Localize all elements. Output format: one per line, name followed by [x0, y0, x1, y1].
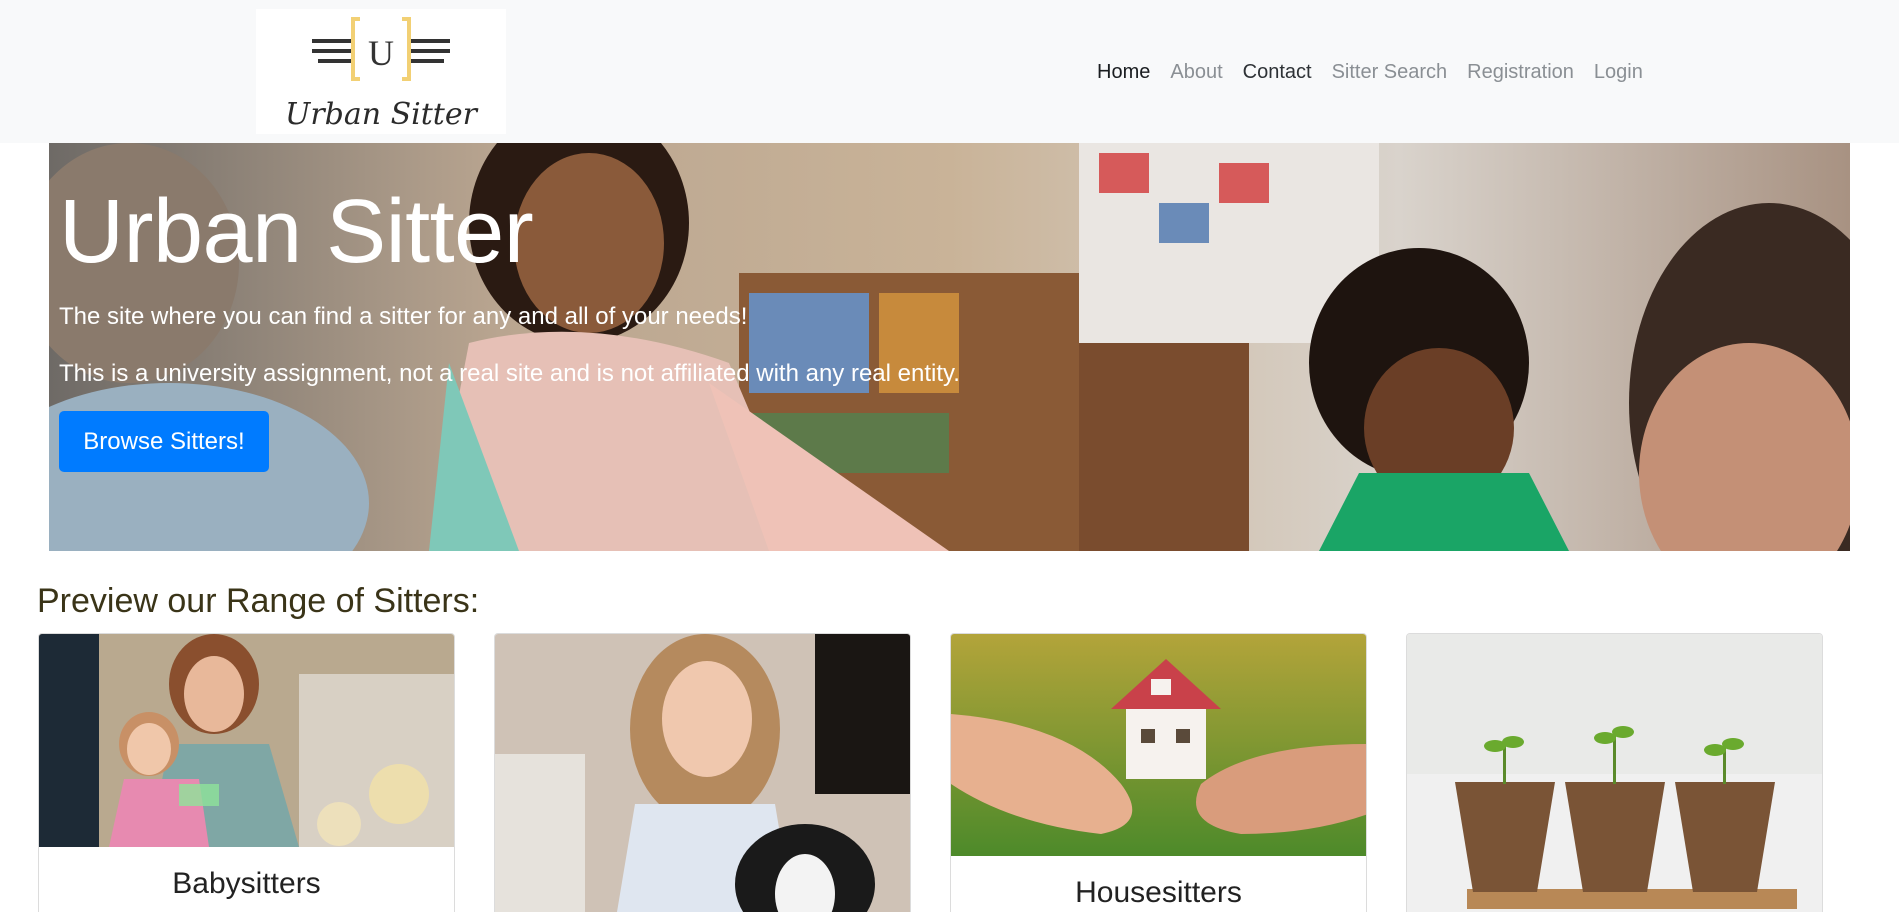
nav-home[interactable]: Home: [1087, 58, 1160, 86]
nav-login[interactable]: Login: [1584, 58, 1653, 86]
logo-letter: U: [368, 33, 394, 73]
card-babysitters[interactable]: Babysitters: [38, 633, 455, 912]
nav-contact[interactable]: Contact: [1233, 58, 1322, 86]
logo-wordmark: Urban Sitter: [285, 97, 479, 132]
nav-sitter-search[interactable]: Sitter Search: [1322, 58, 1458, 86]
hero-subtitle: The site where you can find a sitter for…: [59, 303, 748, 330]
hero-disclaimer: This is a university assignment, not a r…: [59, 360, 960, 387]
card-petsitters[interactable]: [494, 633, 911, 912]
browse-sitters-button[interactable]: Browse Sitters!: [59, 411, 269, 472]
card-title-babysitters: Babysitters: [172, 867, 321, 900]
plantsitter-photo: [1407, 634, 1822, 912]
nav-registration[interactable]: Registration: [1457, 58, 1584, 86]
brand-logo[interactable]: U Urban Sitter: [256, 9, 506, 134]
hero-title: Urban Sitter: [59, 182, 534, 282]
card-housesitters[interactable]: Housesitters: [950, 633, 1367, 912]
nav-about[interactable]: About: [1160, 58, 1232, 86]
card-title-housesitters: Housesitters: [1075, 876, 1242, 909]
main-nav: Home About Contact Sitter Search Registr…: [1087, 58, 1653, 86]
navbar: U Urban Sitter Home About Contact Sitter…: [0, 0, 1899, 143]
petsitter-photo: [495, 634, 910, 912]
hero-banner: Urban Sitter The site where you can find…: [49, 143, 1850, 551]
babysitter-photo: [39, 634, 454, 847]
preview-heading: Preview our Range of Sitters:: [37, 582, 480, 620]
card-plantsitters[interactable]: [1406, 633, 1823, 912]
housesitter-photo: [951, 634, 1366, 856]
